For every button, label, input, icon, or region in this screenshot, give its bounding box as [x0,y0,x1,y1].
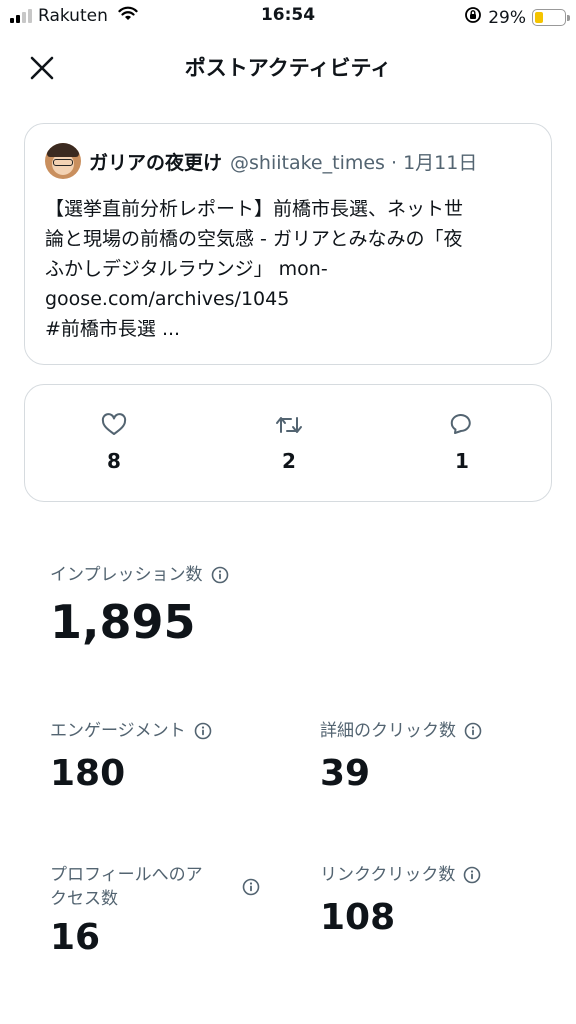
rotation-lock-icon [464,6,482,29]
engagement-card: 8 2 1 [24,384,552,502]
info-icon[interactable] [211,566,229,584]
replies-stat[interactable]: 1 [422,411,502,473]
battery-icon [532,9,570,26]
heart-icon [74,411,154,439]
likes-count: 8 [107,449,121,473]
author-name[interactable]: ガリアの夜更け [89,148,222,175]
profile-visits-label: プロフィールへのア クセス数 [50,865,203,909]
reposts-count: 2 [282,449,296,473]
info-icon[interactable] [463,866,481,884]
engagements-metric: エンゲージメント 180 [50,719,212,795]
header: ポストアクティビティ [0,40,576,92]
impressions-value: 1,895 [50,595,196,649]
reply-icon [422,411,502,439]
info-icon[interactable] [464,722,482,740]
tweet-preview-card[interactable]: ガリアの夜更け @shiitake_times · 1月11日 【選挙直前分析レ… [24,123,552,365]
status-bar: Rakuten 16:54 29% [0,0,576,34]
author-handle-date: @shiitake_times · 1月11日 [230,151,478,174]
battery-fill [535,12,544,23]
info-icon[interactable] [242,878,260,896]
info-icon[interactable] [194,722,212,740]
tweet-header: ガリアの夜更け @shiitake_times · 1月11日 [45,142,531,180]
detail-clicks-metric: 詳細のクリック数 39 [320,719,482,795]
status-right: 29% [464,6,570,29]
engagements-value: 180 [50,753,126,794]
impressions-label: インプレッション数 [50,565,203,585]
profile-visits-metric: プロフィールへのア クセス数 16 [50,863,260,959]
page-title: ポストアクティビティ [184,56,392,80]
profile-visits-value: 16 [50,917,101,958]
detail-clicks-value: 39 [320,753,371,794]
tweet-text: 【選挙直前分析レポート】前橋市長選、ネット世 論と現場の前橋の空気感 - ガリア… [45,198,464,340]
avatar[interactable] [45,143,81,179]
link-clicks-metric: リンククリック数 108 [320,863,481,939]
engagements-label: エンゲージメント [50,721,186,741]
likes-stat[interactable]: 8 [74,411,154,473]
battery-percent: 29% [488,7,526,28]
replies-count: 1 [455,449,469,473]
reposts-stat[interactable]: 2 [249,411,329,473]
link-clicks-label: リンククリック数 [320,865,456,885]
link-clicks-value: 108 [320,897,396,938]
repost-icon [249,411,329,439]
impressions-metric: インプレッション数 1,895 [50,563,229,649]
detail-clicks-label: 詳細のクリック数 [320,721,456,741]
